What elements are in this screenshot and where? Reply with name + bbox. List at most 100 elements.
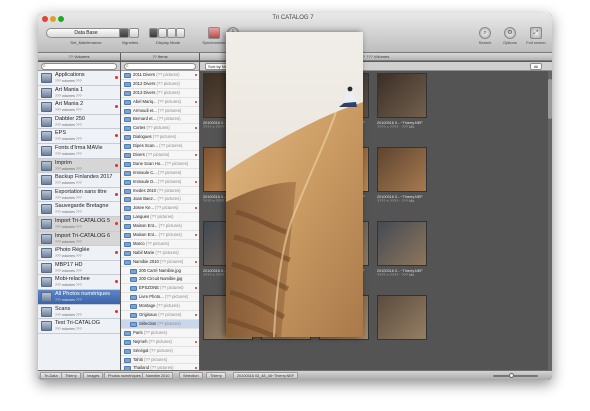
- folder-item[interactable]: 200 Carré Namibie.jpg: [121, 267, 199, 276]
- folder-item[interactable]: Tahiti (?? pictures): [121, 356, 199, 365]
- grid-scrollbar[interactable]: [548, 71, 552, 370]
- folder-name: Originaux: [139, 312, 157, 318]
- folder-item[interactable]: Bernard et... (?? pictures): [121, 115, 199, 125]
- catalogs-search-box[interactable]: ⌕: [41, 63, 117, 70]
- catalog-item[interactable]: Import Tri-CATALOG 6??? volumes ???: [38, 231, 120, 247]
- folder-item[interactable]: 2012 Divers (?? pictures): [121, 80, 199, 89]
- folder-item[interactable]: Cortes (?? pictures): [121, 124, 199, 134]
- folder-item[interactable]: Maison Ent... (?? pictures): [121, 231, 199, 240]
- folder-icon: [124, 144, 131, 150]
- folder-item[interactable]: Abel Mariq... (?? pictures): [121, 98, 199, 107]
- catalog-item[interactable]: Import Tri-CATALOG 5??? volumes ???: [38, 216, 120, 232]
- folder-item[interactable]: Immaule D... (?? pictures): [121, 178, 199, 187]
- fullscreen-icon[interactable]: ⤢: [530, 27, 542, 39]
- folder-icon: [124, 206, 131, 212]
- folder-item[interactable]: Joan Baez... (?? pictures): [121, 195, 199, 205]
- path-breadcrumb[interactable]: Photos numériques: [104, 372, 145, 379]
- folder-item[interactable]: Montage (?? pictures): [121, 302, 199, 312]
- catalog-item[interactable]: Art Mania 2??? volumes ???: [38, 100, 120, 115]
- catalog-name: Import Tri-CATALOG 6: [55, 232, 111, 239]
- folder-item[interactable]: Divers (?? pictures): [121, 151, 199, 160]
- path-breadcrumb[interactable]: Tri-Data: [40, 372, 62, 379]
- folder-icon: [124, 81, 131, 87]
- folder-item[interactable]: Dipes Scan... (?? pictures): [121, 142, 199, 152]
- folder-item[interactable]: 2013 Divers (?? pictures): [121, 89, 199, 98]
- catalog-item[interactable]: Applications??? volumes ???: [38, 71, 120, 86]
- folder-item[interactable]: Dane Scan Ho... (?? pictures): [121, 160, 199, 169]
- display-mode-list-button[interactable]: [158, 28, 167, 38]
- catalogs-search-input[interactable]: [42, 64, 116, 69]
- path-breadcrumb[interactable]: Sélection: [179, 372, 203, 379]
- folder-item[interactable]: Armoudi et... (?? pictures): [121, 107, 199, 116]
- folder-item[interactable]: Sénégal (?? pictures): [121, 347, 199, 356]
- folder-item[interactable]: 200 Circuit Namibie.jpg: [121, 275, 199, 285]
- folder-item[interactable]: EPSZONE (?? pictures): [121, 284, 199, 294]
- catalog-item[interactable]: Sauvegarde Bretagne??? volumes ???: [38, 202, 120, 217]
- minimize-window-button[interactable]: [50, 16, 56, 22]
- folder-item[interactable]: Josee Ke... (?? pictures): [121, 204, 199, 214]
- path-breadcrumb[interactable]: 20100316 03_48_48~Thierry.NEF: [233, 372, 299, 379]
- catalog-item[interactable]: Fonts d'Irma MAVie??? volumes ???: [38, 144, 120, 159]
- catalog-item[interactable]: MBP17 HD??? volumes ???: [38, 261, 120, 276]
- catalog-item[interactable]: Backup Finlandes 2017??? volumes ???: [38, 173, 120, 188]
- catalog-item[interactable]: EPS??? volumes ???: [38, 129, 120, 144]
- folder-item[interactable]: Marco (?? pictures): [121, 240, 199, 249]
- path-breadcrumb[interactable]: Images: [83, 372, 104, 379]
- folder-item[interactable]: Livre Photo... (?? pictures): [121, 293, 199, 303]
- zoom-select[interactable]: All: [530, 63, 542, 70]
- catalog-item[interactable]: iPhoto Réglée??? volumes ???: [38, 246, 120, 261]
- folder-item[interactable]: Originaux (?? pictures): [121, 311, 199, 320]
- folders-search-input[interactable]: [125, 64, 195, 69]
- folder-item[interactable]: Immaule C... (?? pictures): [121, 169, 199, 178]
- catalog-name: Mobi-relachee: [55, 276, 90, 283]
- folder-item[interactable]: Nejmeh (?? pictures): [121, 338, 199, 347]
- display-mode-preview-button[interactable]: [176, 28, 185, 38]
- catalog-selector[interactable]: Data Base: [46, 28, 126, 38]
- path-breadcrumb[interactable]: Thierry: [61, 372, 81, 379]
- search-icon[interactable]: ⌕: [479, 27, 491, 39]
- zoom-slider-knob[interactable]: [508, 373, 514, 378]
- close-window-button[interactable]: [42, 16, 48, 22]
- folder-item[interactable]: Namibie 2010 (?? pictures): [121, 258, 199, 267]
- zoom-slider[interactable]: [493, 373, 538, 378]
- path-breadcrumb[interactable]: Namibie 2010: [142, 372, 174, 379]
- zoom-window-button[interactable]: [58, 16, 64, 22]
- photo-thumbnail[interactable]: [377, 147, 427, 192]
- catalog-icon: [41, 116, 52, 127]
- folder-item[interactable]: Dialogues (?? pictures): [121, 133, 199, 143]
- display-mode-grid-button[interactable]: [149, 28, 158, 38]
- catalog-item[interactable]: Scans??? volumes ???: [38, 305, 120, 320]
- catalog-item[interactable]: All Photos numériques??? volumes ???: [38, 289, 120, 305]
- photo-thumbnail[interactable]: [377, 221, 427, 266]
- catalog-item[interactable]: Mobi-relachee??? volumes ???: [38, 275, 120, 290]
- sync-icon[interactable]: [208, 27, 220, 39]
- photo-thumbnail[interactable]: [377, 73, 427, 118]
- folder-count: (?? pictures): [156, 80, 180, 86]
- catalog-item[interactable]: Imprim??? volumes ???: [38, 158, 120, 174]
- display-mode-column-button[interactable]: [167, 28, 176, 38]
- view-list-button[interactable]: [129, 28, 139, 38]
- folders-search-box[interactable]: ⌕: [124, 63, 196, 70]
- catalog-item[interactable]: Art Mania 1??? volumes ???: [38, 86, 120, 101]
- folder-item[interactable]: Langues (?? pictures): [121, 213, 199, 223]
- folder-item[interactable]: Maison Ent... (?? pictures): [121, 222, 199, 232]
- view-vignettes-button[interactable]: [119, 28, 129, 38]
- gear-icon[interactable]: ⚙: [504, 27, 516, 39]
- grid-scroll-thumb[interactable]: [548, 79, 552, 119]
- display-mode-caption: Display Mode: [155, 40, 181, 45]
- catalogs-column-header: ?? Volumes: [38, 53, 120, 61]
- photo-thumbnail[interactable]: [377, 295, 427, 340]
- catalog-item[interactable]: Test Tri-CATALOG??? volumes ???: [38, 319, 120, 334]
- folder-name: Armoudi et...: [133, 107, 157, 113]
- path-breadcrumb[interactable]: Thierry: [206, 372, 226, 379]
- folder-item[interactable]: Nabil Marie (?? pictures): [121, 249, 199, 258]
- folder-count: (?? pictures): [148, 338, 172, 344]
- folder-item[interactable]: Sélection (?? pictures): [121, 319, 199, 329]
- catalog-item[interactable]: Exportation sans titre??? volumes ???: [38, 188, 120, 203]
- catalog-item[interactable]: Dabbler 250??? volumes ???: [38, 115, 120, 130]
- folder-item[interactable]: Paris (?? pictures): [121, 329, 199, 338]
- catalogs-list: Applications??? volumes ??? Art Mania 1??…: [38, 71, 120, 370]
- folder-item[interactable]: Inedes 2010 (?? pictures): [121, 187, 199, 196]
- photo-preview[interactable]: [226, 32, 363, 337]
- folder-item[interactable]: 2011 Divers (?? pictures): [121, 71, 199, 80]
